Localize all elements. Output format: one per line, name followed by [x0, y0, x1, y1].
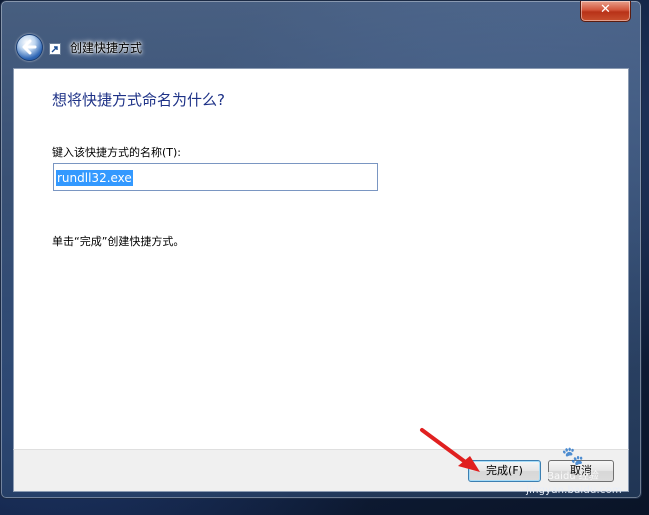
page-heading: 想将快捷方式命名为什么?: [52, 91, 225, 109]
window-title: 创建快捷方式: [70, 41, 143, 55]
baidu-watermark: 🐾 Baidu 经验 jingyan.baidu.com: [526, 446, 621, 507]
red-arrow-annotation: [420, 428, 480, 472]
watermark-url: jingyan.baidu.com: [526, 485, 622, 496]
back-arrow-icon: [22, 39, 37, 55]
shortcut-name-label: 键入该快捷方式的名称(T):: [52, 146, 182, 159]
wizard-content: 想将快捷方式命名为什么? 键入该快捷方式的名称(T): rundll32.exe…: [13, 68, 629, 450]
window-frame: ✕ 创建快捷方式 想将快捷方式命名为什么? 键入该快捷方式的名称(T): run…: [0, 0, 642, 499]
shortcut-name-input[interactable]: rundll32.exe: [53, 163, 378, 191]
back-button[interactable]: [16, 34, 43, 61]
watermark-text: Baidu 经验: [547, 471, 599, 482]
shortcut-name-value: rundll32.exe: [56, 170, 133, 186]
shortcut-arrow-icon: [49, 43, 61, 55]
finish-hint-text: 单击“完成”创建快捷方式。: [52, 235, 185, 248]
close-icon: ✕: [600, 2, 611, 17]
paw-icon: 🐾: [561, 446, 585, 467]
close-button[interactable]: ✕: [580, 1, 631, 22]
